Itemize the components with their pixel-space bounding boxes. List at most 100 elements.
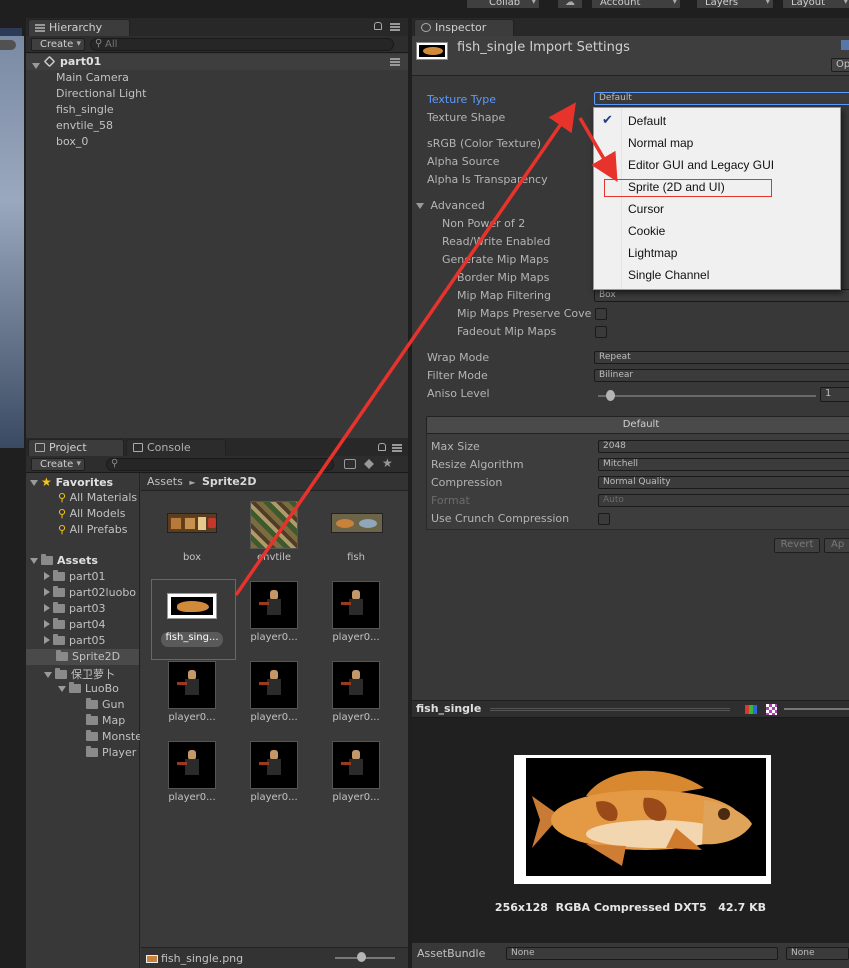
lock-icon[interactable] [374,22,382,30]
mip-filtering-dropdown[interactable]: Box [594,289,849,302]
texture-type-dropdown[interactable]: Default [594,92,849,105]
wrap-mode-dropdown[interactable]: Repeat [594,351,849,364]
create-button[interactable]: Create [31,38,85,51]
expand-triangle-icon[interactable] [30,480,38,486]
mip-level-slider[interactable] [784,708,849,710]
max-size-dropdown[interactable]: 2048 [598,440,849,453]
panel-menu-icon[interactable] [392,444,402,452]
folder-item[interactable]: 保卫萝卜 [44,666,115,682]
menu-item-cookie[interactable]: Cookie [628,224,665,238]
list-item[interactable]: Main Camera [56,71,129,84]
folder-item-selected[interactable]: Sprite2D [56,650,120,663]
preview-texture-frame [514,755,771,884]
menu-item-cursor[interactable]: Cursor [628,202,664,216]
platform-tab-default[interactable]: Default [426,416,849,434]
asset-label: player0... [332,712,380,723]
favorite-star-icon[interactable]: ★ [382,456,393,470]
folder-item[interactable]: Monster [86,730,140,743]
compression-dropdown[interactable]: Normal Quality [598,476,849,489]
hierarchy-panel: Hierarchy Create All part01 Main Camera … [26,18,408,438]
aniso-slider-thumb[interactable] [606,390,615,401]
menu-item-sprite[interactable]: Sprite (2D and UI) [628,180,725,194]
create-button[interactable]: Create [31,458,85,471]
resize-algorithm-dropdown[interactable]: Mitchell [598,458,849,471]
assetbundle-variant-dropdown[interactable]: None [786,947,849,960]
apply-button[interactable]: Ap [824,538,849,553]
folder-item[interactable]: part03 [44,602,106,615]
preview-drag-bar[interactable] [490,708,730,711]
expand-triangle-icon[interactable] [32,59,43,72]
folder-item[interactable]: part04 [44,618,106,631]
folder-item[interactable]: part01 [44,570,106,583]
rgb-channel-icon[interactable] [745,705,757,714]
asset-thumbnail-player[interactable] [250,741,298,789]
menu-item-default[interactable]: Default [628,114,666,128]
scene-header[interactable]: part01 [26,54,408,70]
asset-thumbnail-fish[interactable] [331,513,383,533]
favorite-item[interactable]: ⚲ All Prefabs [58,523,128,536]
revert-button[interactable]: Revert [774,538,820,553]
mip-preserve-checkbox[interactable] [595,308,607,320]
lock-icon[interactable] [378,443,386,451]
collab-button[interactable]: Collab [466,0,540,9]
tab-hierarchy[interactable]: Hierarchy [28,19,130,36]
open-button[interactable]: Op [831,58,849,72]
assets-header[interactable]: Assets [30,554,98,567]
layout-button[interactable]: Layout [782,0,849,9]
menu-item-editor-gui[interactable]: Editor GUI and Legacy GUI [628,158,774,172]
cloud-icon[interactable]: ☁ [557,0,583,9]
alpha-channel-icon[interactable] [766,704,777,715]
search-input[interactable] [106,458,334,471]
menu-item-single-channel[interactable]: Single Channel [628,268,709,282]
menu-item-lightmap[interactable]: Lightmap [628,246,677,260]
breadcrumb-current[interactable]: Sprite2D [202,475,257,488]
breadcrumb-root[interactable]: Assets [147,475,183,488]
panel-menu-icon[interactable] [390,23,400,31]
asset-thumbnail-player[interactable] [332,661,380,709]
assetbundle-dropdown[interactable]: None [506,947,778,960]
list-item[interactable]: fish_single [56,103,114,116]
layers-button[interactable]: Layers [696,0,774,9]
account-button[interactable]: Account [591,0,681,9]
filter-by-label-icon[interactable] [364,459,374,469]
expand-triangle-icon[interactable] [30,558,38,564]
asset-thumbnail-box[interactable] [167,513,217,533]
top-toolbar: Collab ☁ Account Layers Layout [0,0,849,448]
tab-project[interactable]: Project [28,439,124,456]
tab-console[interactable]: Console [126,439,226,456]
folder-item[interactable]: part05 [44,634,106,647]
list-item[interactable]: envtile_58 [56,119,113,132]
scene-menu-icon[interactable] [390,58,400,66]
favorite-item[interactable]: ⚲ All Models [58,507,125,520]
list-item[interactable]: Directional Light [56,87,146,100]
aniso-level-field[interactable]: 1 [820,387,849,402]
asset-thumbnail-player[interactable] [332,741,380,789]
favorite-item[interactable]: ⚲ All Materials [58,491,137,504]
favorites-header[interactable]: ★ Favorites [30,475,113,489]
asset-thumbnail-player[interactable] [250,661,298,709]
folder-item[interactable]: Player [86,746,140,759]
asset-thumbnail-player[interactable] [168,661,216,709]
expand-triangle-icon[interactable] [416,203,424,209]
help-icon[interactable] [841,40,849,50]
menu-item-normal-map[interactable]: Normal map [628,136,693,150]
filter-by-type-icon[interactable] [344,459,356,469]
filter-mode-dropdown[interactable]: Bilinear [594,369,849,382]
folder-item[interactable]: part02luobo [44,586,140,599]
list-item[interactable]: box_0 [56,135,88,148]
asset-thumbnail-player[interactable] [168,741,216,789]
crunch-checkbox[interactable] [598,513,610,525]
search-input[interactable]: All [90,38,394,51]
folder-item[interactable]: LuoBo [58,682,119,695]
slider-thumb[interactable] [357,952,366,962]
asset-thumbnail-player[interactable] [332,581,380,629]
folder-item[interactable]: Map [86,714,125,727]
folder-item[interactable]: Gun [86,698,124,711]
tab-inspector[interactable]: Inspector [414,19,514,36]
fadeout-mip-checkbox[interactable] [595,326,607,338]
scene-view-handle[interactable] [0,40,16,50]
advanced-foldout[interactable]: Advanced [416,199,485,212]
asset-thumbnail-envtile[interactable] [250,501,298,549]
asset-thumbnail-player[interactable] [250,581,298,629]
aniso-slider-track[interactable] [598,395,816,397]
